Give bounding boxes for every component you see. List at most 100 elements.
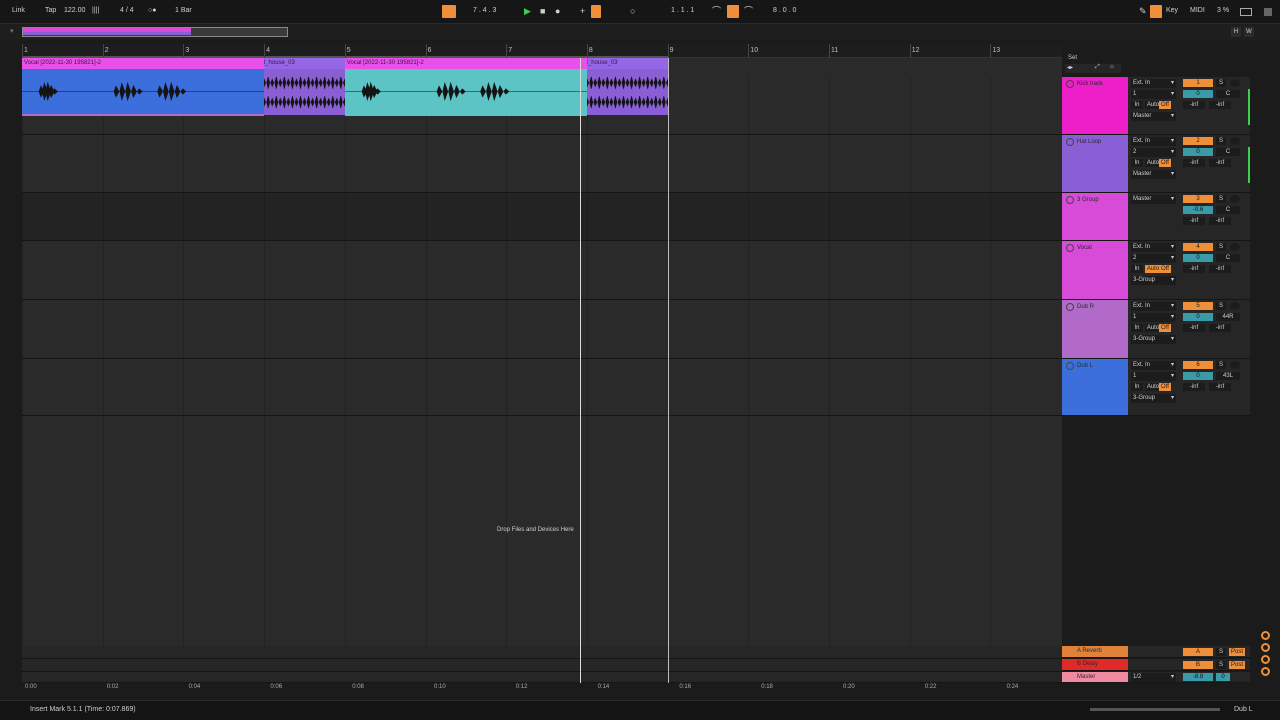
send-b-field[interactable]: -inf	[1209, 324, 1231, 332]
keyboard-monitor-button[interactable]	[1150, 5, 1162, 18]
track-name[interactable]: Vocal	[1077, 245, 1092, 251]
input-type-menu[interactable]: Ext. In	[1131, 137, 1176, 146]
input-type-menu[interactable]: Ext. In	[1131, 302, 1176, 311]
return-lane[interactable]	[22, 659, 1062, 672]
send-b-field[interactable]: -inf	[1209, 383, 1231, 391]
time-ruler[interactable]: 0:00 0:02 0:04 0:06 0:08 0:10 0:12 0:14 0:16 0:18…	[22, 683, 1062, 693]
fold-icon[interactable]: ◂▸	[1067, 64, 1073, 71]
tap-button[interactable]: Tap	[45, 7, 56, 14]
lock-icon[interactable]: ⌂	[1110, 64, 1114, 70]
optimize-width-button[interactable]: W	[1244, 27, 1254, 37]
track-header[interactable]: Dub L	[1062, 359, 1128, 416]
monitor-button[interactable]: In	[1131, 383, 1143, 391]
arm-button[interactable]	[1230, 361, 1240, 369]
loop-switch-button[interactable]	[727, 5, 739, 18]
send-b-field[interactable]: -inf	[1209, 217, 1231, 225]
quantize-menu[interactable]: 1 Bar	[175, 7, 192, 14]
follow-button[interactable]	[442, 5, 456, 18]
output-menu[interactable]: Master	[1131, 195, 1176, 204]
monitor-button[interactable]: Off	[1159, 101, 1171, 109]
time-signature-field[interactable]: 4 / 4	[120, 7, 134, 14]
track-header[interactable]: Dub R	[1062, 300, 1128, 359]
monitor-button[interactable]: Off	[1159, 383, 1171, 391]
pan-field[interactable]: C	[1216, 90, 1240, 98]
track-name[interactable]: Kick track	[1077, 81, 1103, 87]
return-track-name[interactable]: B Delay	[1077, 661, 1098, 667]
monitor-button[interactable]: In	[1131, 324, 1143, 332]
overview-viewport[interactable]	[22, 27, 288, 37]
send-b-field[interactable]: -inf	[1209, 159, 1231, 167]
track-activator[interactable]: 5	[1183, 302, 1213, 310]
audio-clip[interactable]: Vocal [2022-11-30 195821]-2	[344, 58, 587, 114]
play-icon[interactable]: ▶	[524, 5, 531, 18]
monitor-button[interactable]: Off	[1159, 324, 1171, 332]
send-b-field[interactable]: -inf	[1209, 265, 1231, 273]
track-name[interactable]: 3 Group	[1077, 197, 1099, 203]
monitor-button[interactable]: In	[1131, 265, 1143, 273]
return-activator[interactable]: A	[1183, 648, 1213, 656]
solo-button[interactable]: S	[1216, 361, 1226, 369]
monitor-button[interactable]: In	[1131, 159, 1143, 167]
volume-field[interactable]: 0	[1183, 372, 1213, 380]
zoom-icon[interactable]	[1261, 631, 1270, 640]
metronome-icon[interactable]: ○●	[148, 7, 156, 14]
optimize-height-button[interactable]: H	[1231, 27, 1241, 37]
volume-field[interactable]: 0	[1183, 254, 1213, 262]
return-lane[interactable]	[22, 646, 1062, 659]
automation-arm-button[interactable]	[591, 5, 601, 18]
volume-field[interactable]: 0	[1183, 313, 1213, 321]
track-header[interactable]: 3 Group	[1062, 193, 1128, 241]
send-a-field[interactable]: -inf	[1183, 265, 1205, 273]
arm-button[interactable]	[1230, 243, 1240, 251]
resize-icon[interactable]: ⤢	[1095, 64, 1100, 71]
fold-track-icon[interactable]	[1066, 80, 1074, 88]
return-solo-button[interactable]: S	[1216, 661, 1226, 669]
track-header[interactable]: Hat Loop	[1062, 135, 1128, 193]
pan-field[interactable]: 44R	[1216, 313, 1240, 321]
return-activator[interactable]: B	[1183, 661, 1213, 669]
track-activator[interactable]: 6	[1183, 361, 1213, 369]
track-name[interactable]: Dub R	[1077, 304, 1094, 310]
solo-button[interactable]: S	[1216, 137, 1226, 145]
collapse-icon[interactable]: ▾	[10, 27, 14, 35]
send-a-field[interactable]: -inf	[1183, 383, 1205, 391]
input-type-menu[interactable]: Ext. In	[1131, 79, 1176, 88]
track-activator[interactable]: 3	[1183, 195, 1213, 203]
input-channel-menu[interactable]: 2	[1131, 148, 1176, 157]
pan-field[interactable]: C	[1216, 206, 1240, 214]
zoom-icon[interactable]	[1261, 655, 1270, 664]
output-menu[interactable]: Master	[1131, 170, 1176, 179]
arrangement-overview[interactable]: ▾ H W	[0, 24, 1280, 40]
monitor-button[interactable]: In	[1131, 101, 1143, 109]
midi-map-button[interactable]: MIDI	[1190, 7, 1205, 14]
arm-button[interactable]	[1230, 302, 1240, 310]
output-menu[interactable]: 3-Group	[1131, 394, 1176, 403]
track-name[interactable]: Dub L	[1077, 363, 1093, 369]
fold-track-icon[interactable]	[1066, 244, 1074, 252]
status-scrollbar[interactable]	[1090, 708, 1220, 711]
clip-title[interactable]: Vocal [2022-11-30 195821]-2	[344, 58, 587, 69]
solo-button[interactable]: S	[1216, 195, 1226, 203]
volume-field[interactable]: 0	[1183, 148, 1213, 156]
zoom-icon[interactable]	[1261, 667, 1270, 676]
punch-in-icon[interactable]: ⌒	[712, 5, 721, 18]
solo-button[interactable]: S	[1216, 302, 1226, 310]
input-channel-menu[interactable]: 1	[1131, 90, 1176, 99]
zoom-icon[interactable]	[1261, 643, 1270, 652]
track-header[interactable]: Vocal	[1062, 241, 1128, 300]
punch-out-icon[interactable]: ⌒	[744, 5, 753, 18]
return-solo-button[interactable]: S	[1216, 648, 1226, 656]
link-button[interactable]: Link	[12, 7, 25, 14]
key-map-button[interactable]: Key	[1166, 7, 1178, 14]
loop-record-icon[interactable]: ○	[630, 5, 635, 18]
monitor-button[interactable]: Off	[1159, 265, 1171, 273]
output-menu[interactable]: Master	[1131, 112, 1176, 121]
track-name[interactable]: Hat Loop	[1077, 139, 1101, 145]
pan-field[interactable]: C	[1216, 254, 1240, 262]
beat-time-ruler[interactable]: 1 2 3 4 5 6 7 8 9 10 11 12 13	[22, 44, 1062, 60]
pan-field[interactable]: 43L	[1216, 372, 1240, 380]
overdub-icon[interactable]: +	[580, 5, 585, 18]
monitor-button[interactable]: Off	[1159, 159, 1171, 167]
fold-track-icon[interactable]	[1066, 362, 1074, 370]
input-channel-menu[interactable]: 1	[1131, 372, 1176, 381]
